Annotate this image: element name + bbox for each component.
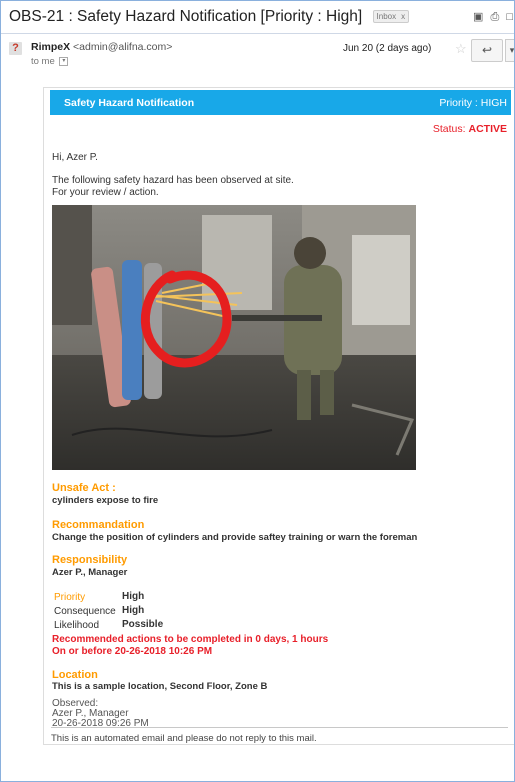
remove-label-icon[interactable]: x	[401, 12, 405, 21]
footer-note: This is an automated email and please do…	[51, 733, 317, 744]
recommended-actions-line-2: On or before 20-26-2018 10:26 PM	[52, 646, 213, 657]
location-label: Location	[52, 669, 98, 681]
recommendation-value: Change the position of cylinders and pro…	[52, 532, 418, 543]
inbox-label[interactable]: Inbox x	[372, 10, 410, 24]
inbox-label-text: Inbox	[376, 12, 397, 22]
rating-priority-label: Priority	[54, 592, 86, 603]
sender-address: <admin@alifna.com>	[73, 41, 173, 53]
email-date: Jun 20 (2 days ago)	[343, 43, 432, 54]
rating-likelihood-label: Likelihood	[54, 620, 100, 631]
rating-priority-value: High	[122, 591, 145, 602]
sender-name[interactable]: RimpeX	[31, 41, 70, 53]
show-details-icon[interactable]: ▾	[59, 56, 69, 66]
chevron-down-icon: ▾	[509, 45, 515, 55]
hazard-photo	[52, 205, 416, 470]
recommended-actions-line-1: Recommended actions to be completed in 0…	[52, 634, 329, 645]
status-badge: Status: ACTIVE	[433, 123, 507, 135]
email-subject-text: OBS-21 : Safety Hazard Notification [Pri…	[9, 8, 363, 25]
location-value: This is a sample location, Second Floor,…	[52, 681, 268, 692]
responsibility-value: Azer P., Manager	[52, 567, 128, 578]
notification-card: Safety Hazard Notification Priority : HI…	[43, 87, 514, 745]
rating-consequence-value: High	[122, 605, 145, 616]
reply-icon: ↩	[481, 43, 493, 57]
toolbar-icons: ▣ ⎙ □	[473, 10, 514, 24]
notification-header: Safety Hazard Notification Priority : HI…	[50, 90, 511, 115]
sender-avatar: ?	[9, 42, 22, 55]
recommendation-label: Recommandation	[52, 519, 145, 531]
reply-button[interactable]: ↩	[471, 39, 503, 62]
sender-header: ? RimpeX <admin@alifna.com> to me ▾ Jun …	[1, 34, 514, 72]
notification-title: Safety Hazard Notification	[64, 97, 195, 109]
header-priority: Priority : HIGH	[439, 97, 507, 109]
footer-divider	[51, 727, 508, 728]
unsafe-act-value: cylinders expose to fire	[52, 495, 159, 506]
unsafe-act-label: Unsafe Act :	[52, 482, 116, 494]
greeting: Hi, Azer P.	[52, 152, 98, 163]
intro-line-1: The following safety hazard has been obs…	[52, 175, 294, 186]
print-icon[interactable]: ⎙	[490, 11, 501, 23]
hazard-photo-drawing	[52, 205, 416, 470]
expand-all-icon[interactable]: ▣	[473, 11, 485, 23]
status-value: ACTIVE	[468, 123, 507, 135]
subject-bar: OBS-21 : Safety Hazard Notification [Pri…	[1, 1, 514, 34]
responsibility-label: Responsibility	[52, 554, 128, 566]
email-view: OBS-21 : Safety Hazard Notification [Pri…	[0, 0, 515, 782]
recipient-line: to me ▾	[31, 56, 69, 67]
intro-line-2: For your review / action.	[52, 187, 159, 198]
rating-likelihood-value: Possible	[122, 619, 164, 630]
new-window-icon[interactable]: □	[506, 11, 514, 23]
status-label: Status:	[432, 123, 469, 135]
star-icon[interactable]: ☆	[455, 41, 467, 57]
more-actions-button[interactable]: ▾	[505, 39, 515, 62]
sender-info: RimpeX <admin@alifna.com>	[31, 41, 172, 53]
email-subject: OBS-21 : Safety Hazard Notification [Pri…	[9, 8, 410, 26]
rating-consequence-label: Consequence	[54, 606, 116, 617]
recipient-text: to me	[31, 56, 55, 67]
